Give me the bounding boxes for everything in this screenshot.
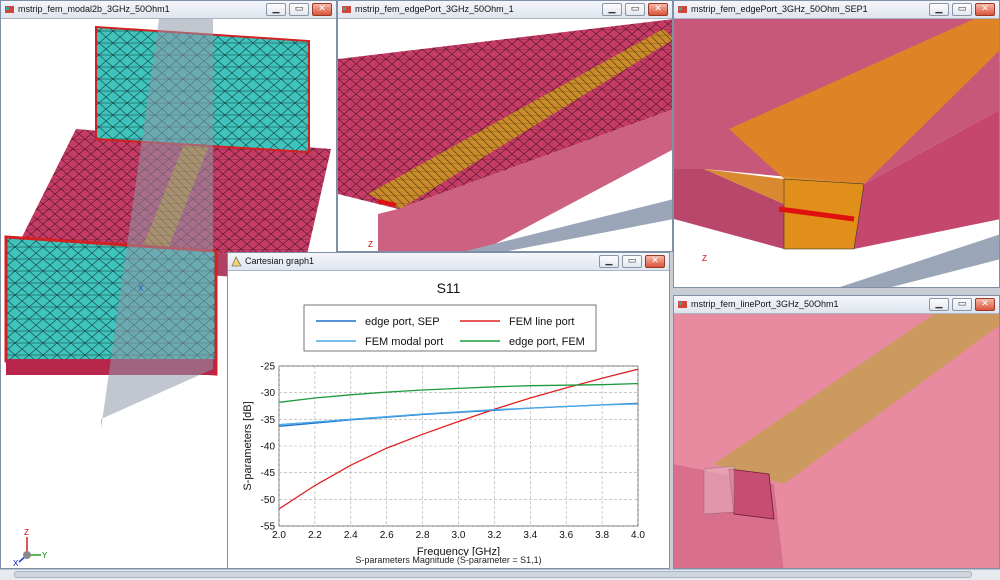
viewport-window-edge-port-sep[interactable]: mstrip_fem_edgePort_3GHz_50Ohm_SEP1 ▁ ▭ …	[673, 0, 1000, 288]
y-tick-label: -35	[261, 415, 276, 426]
legend-entry: edge port, SEP	[365, 316, 440, 328]
window-title: mstrip_fem_modal2b_3GHz_50Ohm1	[18, 4, 170, 14]
y-tick-label: -30	[261, 388, 276, 399]
horizontal-scrollbar[interactable]	[0, 569, 1000, 580]
x-tick-label: 2.4	[344, 530, 358, 541]
viewport-window-edge-port[interactable]: mstrip_fem_edgePort_3GHz_50Ohm_1 ▁ ▭ ✕ Z	[337, 0, 673, 252]
line-port-box	[728, 468, 775, 520]
window-titlebar[interactable]: mstrip_fem_edgePort_3GHz_50Ohm_SEP1 ▁ ▭ …	[674, 1, 999, 19]
close-button[interactable]: ✕	[648, 3, 668, 16]
y-tick-label: -50	[261, 495, 276, 506]
3d-viewport[interactable]: Z	[338, 19, 672, 251]
close-button[interactable]: ✕	[975, 298, 995, 311]
window-title: mstrip_fem_edgePort_3GHz_50Ohm_1	[355, 4, 514, 14]
y-tick-label: -25	[261, 362, 276, 373]
restore-button[interactable]: ▭	[952, 3, 972, 16]
model-window-icon	[342, 6, 351, 13]
window-titlebar[interactable]: mstrip_fem_linePort_3GHz_50Ohm1 ▁ ▭ ✕	[674, 296, 999, 314]
restore-button[interactable]: ▭	[952, 298, 972, 311]
svg-text:Z: Z	[368, 240, 373, 249]
minimize-button[interactable]: ▁	[266, 3, 286, 16]
x-tick-label: 2.2	[308, 530, 322, 541]
chart-footer: S-parameters Magnitude (S-parameter = S1…	[355, 555, 542, 565]
cartesian-graph-window[interactable]: Cartesian graph1 ▁ ▭ ✕ S11 edge port, SE…	[227, 252, 670, 569]
minimize-button[interactable]: ▁	[599, 255, 619, 268]
svg-text:Y: Y	[42, 551, 48, 560]
window-titlebar[interactable]: mstrip_fem_modal2b_3GHz_50Ohm1 ▁ ▭ ✕	[1, 1, 336, 19]
y-tick-label: -40	[261, 442, 276, 453]
scrollbar-thumb[interactable]	[14, 571, 972, 578]
y-tick-label: -55	[261, 522, 276, 533]
legend-entry: edge port, FEM	[509, 336, 585, 348]
s11-chart: edge port, SEP FEM line port FEM modal por…	[242, 304, 645, 556]
port-axis-label: X	[138, 284, 144, 293]
svg-text:Z: Z	[24, 528, 29, 537]
legend-entry: FEM line port	[509, 316, 574, 328]
3d-viewport[interactable]	[674, 314, 999, 568]
restore-button[interactable]: ▭	[622, 255, 642, 268]
x-tick-label: 3.8	[595, 530, 609, 541]
x-tick-label: 3.2	[487, 530, 501, 541]
axis-triad-icon: Z Y X	[13, 528, 48, 567]
minimize-button[interactable]: ▁	[929, 3, 949, 16]
model-window-icon	[5, 6, 14, 13]
y-tick-label: -45	[261, 468, 276, 479]
viewport-window-line-port[interactable]: mstrip_fem_linePort_3GHz_50Ohm1 ▁ ▭ ✕	[673, 295, 1000, 569]
x-tick-label: 3.6	[559, 530, 573, 541]
y-axis-label: S-parameters [dB]	[242, 401, 254, 490]
svg-text:X: X	[13, 559, 19, 567]
x-tick-label: 4.0	[631, 530, 645, 541]
restore-button[interactable]: ▭	[625, 3, 645, 16]
x-tick-label: 3.4	[523, 530, 537, 541]
window-title: Cartesian graph1	[245, 256, 315, 266]
line-port-box-outline	[703, 465, 735, 515]
x-tick-label: 2.6	[380, 530, 394, 541]
svg-text:Z: Z	[702, 254, 707, 263]
window-titlebar[interactable]: mstrip_fem_edgePort_3GHz_50Ohm_1 ▁ ▭ ✕	[338, 1, 672, 19]
x-tick-label: 3.0	[452, 530, 466, 541]
close-button[interactable]: ✕	[312, 3, 332, 16]
minimize-button[interactable]: ▁	[602, 3, 622, 16]
close-button[interactable]: ✕	[645, 255, 665, 268]
legend-entry: FEM modal port	[365, 336, 443, 348]
graph-window-icon	[231, 256, 242, 267]
window-title: mstrip_fem_edgePort_3GHz_50Ohm_SEP1	[691, 4, 868, 14]
window-titlebar[interactable]: Cartesian graph1 ▁ ▭ ✕	[228, 253, 669, 271]
close-button[interactable]: ✕	[975, 3, 995, 16]
window-title: mstrip_fem_linePort_3GHz_50Ohm1	[691, 299, 839, 309]
model-window-icon	[678, 301, 687, 308]
restore-button[interactable]: ▭	[289, 3, 309, 16]
x-tick-label: 2.8	[416, 530, 430, 541]
3d-viewport[interactable]: Z	[674, 19, 999, 287]
model-window-icon	[678, 6, 687, 13]
minimize-button[interactable]: ▁	[929, 298, 949, 311]
